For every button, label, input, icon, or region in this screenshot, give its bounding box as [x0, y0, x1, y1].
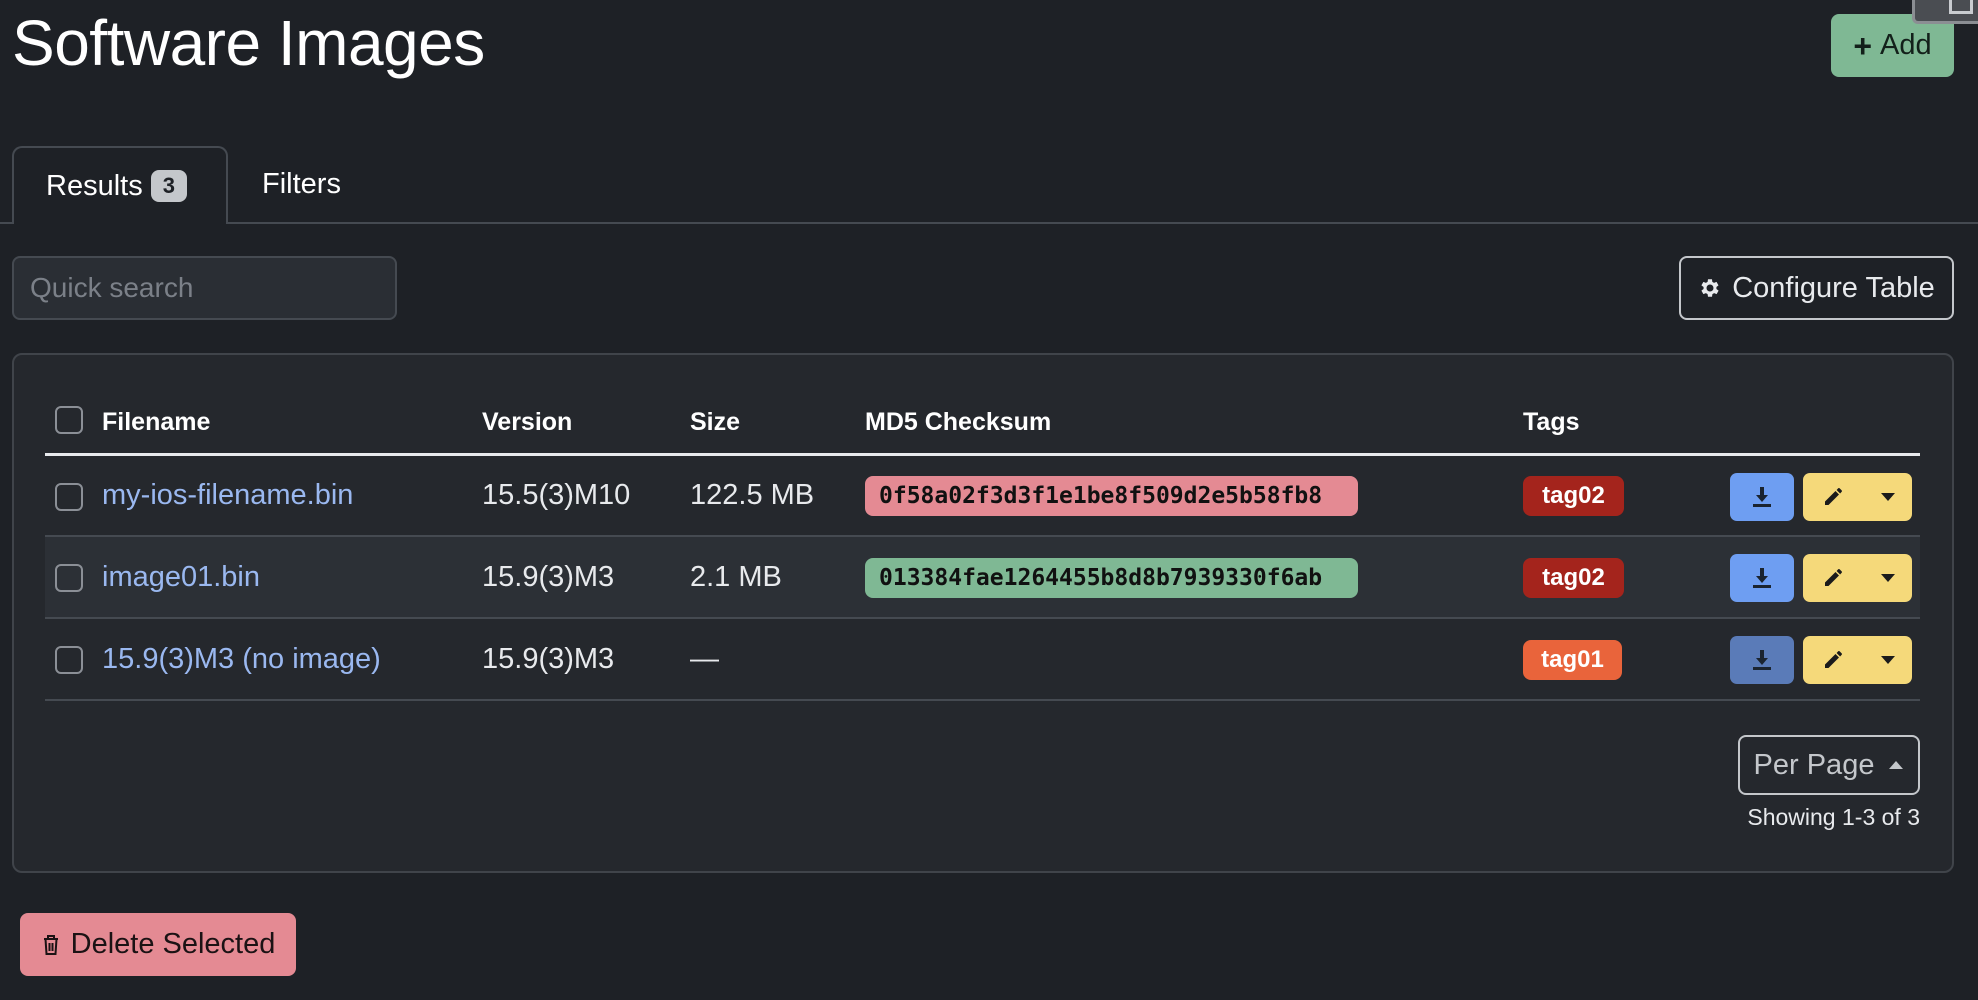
pencil-icon[interactable]: [1803, 649, 1863, 671]
configure-table-label: Configure Table: [1732, 271, 1935, 304]
download-button[interactable]: [1730, 636, 1794, 684]
caret-down-icon[interactable]: [1863, 655, 1912, 665]
edit-button-group[interactable]: [1803, 473, 1912, 521]
edit-button-group[interactable]: [1803, 636, 1912, 684]
caret-up-icon: [1889, 761, 1904, 769]
page-title: Software Images: [12, 7, 485, 79]
tag-badge[interactable]: tag02: [1523, 476, 1624, 516]
plus-icon: +: [1853, 27, 1873, 64]
column-header-md5[interactable]: MD5 Checksum: [865, 408, 1051, 437]
column-header-version[interactable]: Version: [482, 408, 572, 437]
md5-checksum-badge: 013384fae1264455b8d8b7939330f6ab: [865, 558, 1358, 598]
tag-badge[interactable]: tag01: [1523, 640, 1622, 680]
delete-selected-button[interactable]: Delete Selected: [20, 913, 296, 976]
filename-link[interactable]: image01.bin: [102, 561, 260, 594]
search-input[interactable]: [12, 256, 397, 320]
column-header-filename[interactable]: Filename: [102, 408, 210, 437]
pagination-summary: Showing 1-3 of 3: [1747, 804, 1920, 830]
pencil-icon[interactable]: [1803, 486, 1863, 508]
results-count-badge: 3: [150, 170, 187, 202]
row-divider: [45, 699, 1920, 701]
size-cell: 122.5 MB: [690, 479, 815, 511]
tab-filters-label: Filters: [262, 167, 341, 200]
tab-filters[interactable]: Filters: [262, 146, 341, 222]
download-button[interactable]: [1730, 554, 1794, 602]
row-divider: [45, 617, 1920, 619]
download-icon: [1753, 568, 1771, 588]
delete-selected-label: Delete Selected: [70, 928, 276, 960]
per-page-label: Per Page: [1753, 748, 1875, 781]
version-cell: 15.5(3)M10: [482, 479, 631, 511]
select-all-checkbox[interactable]: [55, 406, 83, 434]
filename-link[interactable]: 15.9(3)M3 (no image): [102, 643, 381, 676]
tag-badge[interactable]: tag02: [1523, 558, 1624, 598]
gear-icon: [1701, 279, 1719, 297]
caret-down-icon[interactable]: [1863, 573, 1912, 583]
row-checkbox[interactable]: [55, 483, 83, 511]
edit-button-group[interactable]: [1803, 554, 1912, 602]
tab-results[interactable]: Results 3: [12, 146, 228, 224]
add-button-label: Add: [1880, 29, 1932, 61]
size-cell: 2.1 MB: [690, 561, 782, 593]
size-cell: —: [690, 643, 719, 675]
caret-down-icon[interactable]: [1863, 492, 1912, 502]
column-header-size[interactable]: Size: [690, 408, 740, 437]
row-checkbox[interactable]: [55, 646, 83, 674]
download-icon: [1753, 650, 1771, 670]
version-cell: 15.9(3)M3: [482, 561, 615, 593]
tabs-divider: [0, 222, 1978, 224]
column-header-tags[interactable]: Tags: [1523, 408, 1580, 437]
tab-results-label: Results: [46, 169, 143, 202]
version-cell: 15.9(3)M3: [482, 643, 615, 675]
per-page-dropdown[interactable]: Per Page: [1738, 735, 1920, 795]
download-button[interactable]: [1730, 473, 1794, 521]
md5-checksum-badge: 0f58a02f3d3f1e1be8f509d2e5b58fb8: [865, 476, 1358, 516]
configure-table-button[interactable]: Configure Table: [1679, 256, 1954, 320]
download-icon: [1753, 487, 1771, 507]
trash-icon: [43, 934, 58, 955]
row-checkbox[interactable]: [55, 564, 83, 592]
filename-link[interactable]: my-ios-filename.bin: [102, 479, 353, 512]
pencil-icon[interactable]: [1803, 567, 1863, 589]
table-header-divider: [45, 453, 1920, 456]
window-control-icon[interactable]: [1912, 0, 1978, 24]
